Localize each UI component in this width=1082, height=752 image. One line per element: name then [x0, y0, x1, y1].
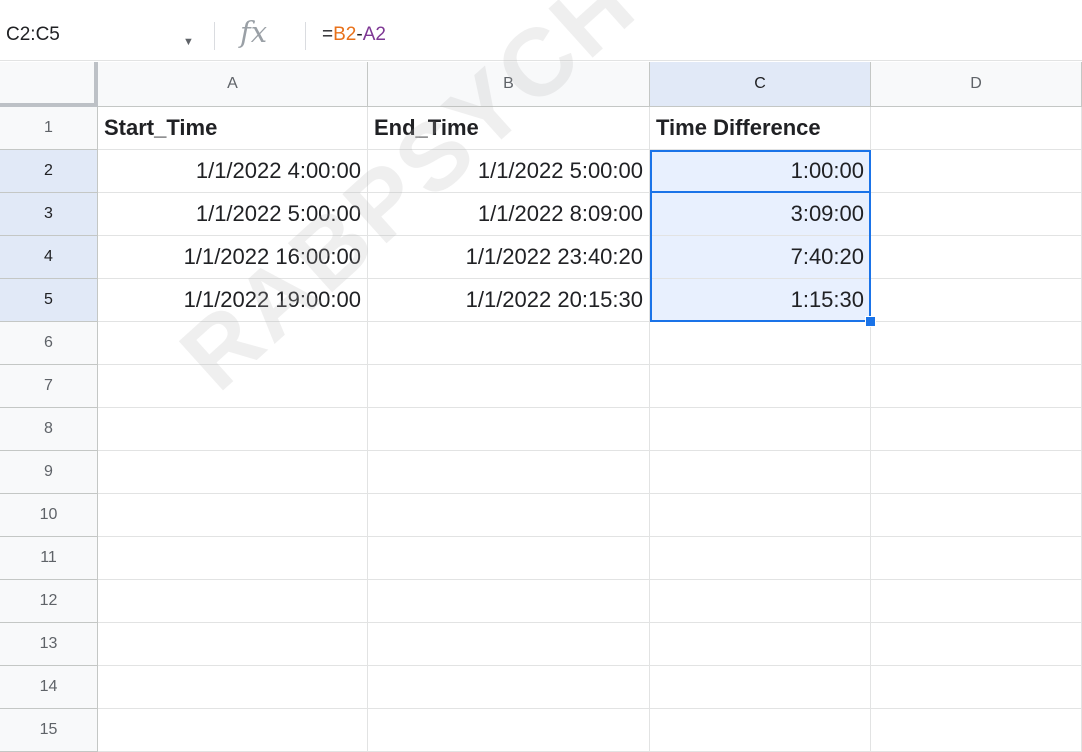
row-header-7[interactable]: 7 [0, 365, 98, 408]
fx-icon: fx [240, 15, 268, 49]
cell-b5[interactable]: 1/1/2022 20:15:30 [368, 279, 650, 322]
row-header-13[interactable]: 13 [0, 623, 98, 666]
cell-b7[interactable] [368, 365, 650, 408]
cell-a5[interactable]: 1/1/2022 19:00:00 [98, 279, 368, 322]
name-box[interactable]: C2:C5 [6, 24, 60, 46]
cell-a8[interactable] [98, 408, 368, 451]
cell-a1[interactable]: Start_Time [98, 107, 368, 150]
cell-c14[interactable] [650, 666, 871, 709]
row-header-6[interactable]: 6 [0, 322, 98, 365]
cell-a4[interactable]: 1/1/2022 16:00:00 [98, 236, 368, 279]
cell-d14[interactable] [871, 666, 1082, 709]
cell-b3[interactable]: 1/1/2022 8:09:00 [368, 193, 650, 236]
cell-c9[interactable] [650, 451, 871, 494]
formula-equals: = [322, 24, 334, 45]
column-header-b[interactable]: B [368, 62, 650, 107]
cell-d2[interactable] [871, 150, 1082, 193]
cell-d13[interactable] [871, 623, 1082, 666]
formula-ref-a2: A2 [362, 24, 386, 45]
formula-bar: C2:C5 ▼ fx =B2-A2 [0, 12, 1082, 61]
cell-a3[interactable]: 1/1/2022 5:00:00 [98, 193, 368, 236]
cell-b6[interactable] [368, 322, 650, 365]
formula-input[interactable]: =B2-A2 [322, 24, 386, 46]
cell-d1[interactable] [871, 107, 1082, 150]
cell-b10[interactable] [368, 494, 650, 537]
cell-c4[interactable]: 7:40:20 [650, 236, 871, 279]
row-header-5[interactable]: 5 [0, 279, 98, 322]
cell-b14[interactable] [368, 666, 650, 709]
cell-a6[interactable] [98, 322, 368, 365]
cell-d9[interactable] [871, 451, 1082, 494]
caret-down-icon[interactable]: ▼ [183, 36, 194, 48]
cell-a10[interactable] [98, 494, 368, 537]
cell-a9[interactable] [98, 451, 368, 494]
row-header-12[interactable]: 12 [0, 580, 98, 623]
row-header-10[interactable]: 10 [0, 494, 98, 537]
formula-ref-b2: B2 [333, 24, 357, 45]
cell-c3[interactable]: 3:09:00 [650, 193, 871, 236]
cell-a12[interactable] [98, 580, 368, 623]
cell-c7[interactable] [650, 365, 871, 408]
cell-d11[interactable] [871, 537, 1082, 580]
cell-b8[interactable] [368, 408, 650, 451]
cell-d15[interactable] [871, 709, 1082, 752]
cell-b15[interactable] [368, 709, 650, 752]
cell-b4[interactable]: 1/1/2022 23:40:20 [368, 236, 650, 279]
row-header-9[interactable]: 9 [0, 451, 98, 494]
cell-a13[interactable] [98, 623, 368, 666]
cell-c2[interactable]: 1:00:00 [650, 150, 871, 193]
cell-a14[interactable] [98, 666, 368, 709]
cell-c5[interactable]: 1:15:30 [650, 279, 871, 322]
cell-d3[interactable] [871, 193, 1082, 236]
cell-b2[interactable]: 1/1/2022 5:00:00 [368, 150, 650, 193]
cell-b11[interactable] [368, 537, 650, 580]
cell-c8[interactable] [650, 408, 871, 451]
cell-a2[interactable]: 1/1/2022 4:00:00 [98, 150, 368, 193]
cell-d10[interactable] [871, 494, 1082, 537]
cell-b1[interactable]: End_Time [368, 107, 650, 150]
cell-c12[interactable] [650, 580, 871, 623]
select-all-corner[interactable] [0, 62, 98, 107]
cell-c11[interactable] [650, 537, 871, 580]
divider [305, 22, 306, 50]
cell-d5[interactable] [871, 279, 1082, 322]
cell-c13[interactable] [650, 623, 871, 666]
cell-d4[interactable] [871, 236, 1082, 279]
cell-b13[interactable] [368, 623, 650, 666]
cell-d8[interactable] [871, 408, 1082, 451]
cell-c10[interactable] [650, 494, 871, 537]
cell-c1[interactable]: Time Difference [650, 107, 871, 150]
cell-b9[interactable] [368, 451, 650, 494]
row-header-4[interactable]: 4 [0, 236, 98, 279]
column-header-d[interactable]: D [871, 62, 1082, 107]
cell-a7[interactable] [98, 365, 368, 408]
cell-a11[interactable] [98, 537, 368, 580]
row-header-15[interactable]: 15 [0, 709, 98, 752]
cell-b12[interactable] [368, 580, 650, 623]
cell-d12[interactable] [871, 580, 1082, 623]
row-header-8[interactable]: 8 [0, 408, 98, 451]
row-header-2[interactable]: 2 [0, 150, 98, 193]
cell-c6[interactable] [650, 322, 871, 365]
cell-d7[interactable] [871, 365, 1082, 408]
row-header-11[interactable]: 11 [0, 537, 98, 580]
column-header-a[interactable]: A [98, 62, 368, 107]
divider [214, 22, 215, 50]
cell-c15[interactable] [650, 709, 871, 752]
fill-handle[interactable] [865, 316, 876, 327]
row-header-14[interactable]: 14 [0, 666, 98, 709]
row-header-1[interactable]: 1 [0, 107, 98, 150]
column-header-c[interactable]: C [650, 62, 871, 107]
cell-d6[interactable] [871, 322, 1082, 365]
row-header-3[interactable]: 3 [0, 193, 98, 236]
cell-a15[interactable] [98, 709, 368, 752]
